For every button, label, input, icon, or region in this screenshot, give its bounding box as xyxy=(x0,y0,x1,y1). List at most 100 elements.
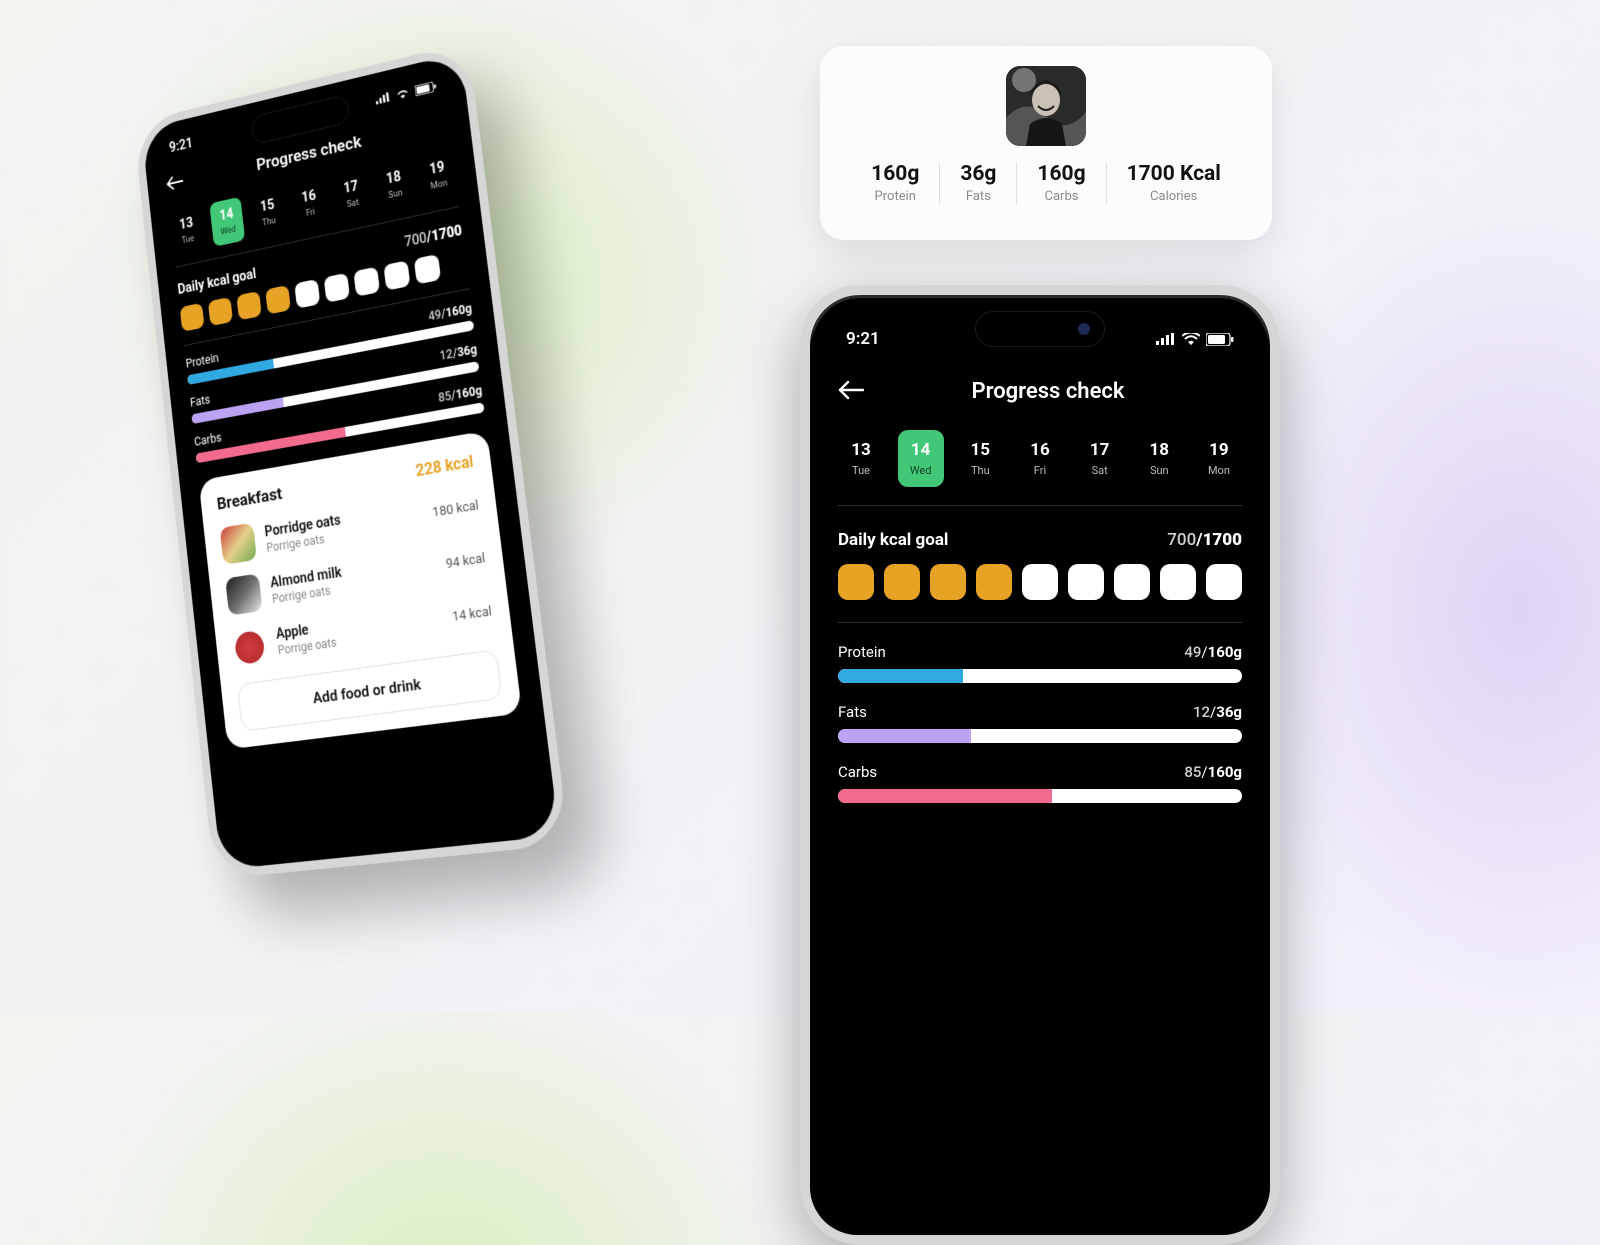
goal-count: 700/1700 xyxy=(1167,530,1242,550)
day-number: 18 xyxy=(1150,440,1170,460)
day-18[interactable]: 18 Sun xyxy=(1136,430,1182,487)
day-dow: Tue xyxy=(181,234,195,246)
wifi-icon xyxy=(1182,333,1200,345)
macro-fats: Fats 12/36g xyxy=(838,703,1242,743)
food-cal: 180 kcal xyxy=(432,498,480,521)
food-cal: 14 kcal xyxy=(451,604,492,625)
day-18[interactable]: 18Sun xyxy=(375,159,413,211)
macro-label: Protein xyxy=(185,351,219,371)
macro-value: 85/160g xyxy=(1184,763,1242,781)
goal-block xyxy=(294,279,320,309)
day-dow: Fri xyxy=(1034,464,1046,477)
status-time: 9:21 xyxy=(846,329,880,349)
stat-calories: 1700 Kcal Calories xyxy=(1107,162,1241,204)
macro-bar xyxy=(838,729,1242,743)
day-dow: Sat xyxy=(1092,464,1108,477)
battery-icon xyxy=(414,80,437,96)
day-19[interactable]: 19 Mon xyxy=(1196,430,1242,487)
add-food-button[interactable]: Add food or drink xyxy=(237,649,503,731)
day-17[interactable]: 17Sat xyxy=(333,169,371,221)
cellular-icon xyxy=(1156,333,1176,345)
day-number: 14 xyxy=(219,206,235,224)
goal-block xyxy=(1114,564,1150,600)
macro-value: 12/36g xyxy=(439,342,478,363)
goal-label: Daily kcal goal xyxy=(838,530,948,550)
day-dow: Sun xyxy=(1150,464,1169,477)
macro-label: Fats xyxy=(189,393,210,410)
day-dow: Sun xyxy=(388,188,403,201)
day-15[interactable]: 15Thu xyxy=(250,187,287,238)
date-picker: 13 Tue 14Wed 15 Thu 16 Fri 17Sat 18 Sun 19 Mon xyxy=(838,430,1242,506)
dynamic-island xyxy=(975,311,1105,347)
stat-label: Calories xyxy=(1150,189,1197,204)
meal-card-breakfast: Breakfast 228 kcal Porridge oatsPorrige … xyxy=(199,430,523,749)
macro-value: 12/36g xyxy=(1193,703,1242,721)
day-dow: Mon xyxy=(1208,464,1230,477)
day-number: 19 xyxy=(1209,440,1229,460)
goal-block xyxy=(1206,564,1242,600)
phone-preview-left: 9:21 Progress check 13Tue14Wed15Thu16Fri… xyxy=(133,42,569,880)
day-16[interactable]: 16 Fri xyxy=(1017,430,1063,487)
day-dow: Tue xyxy=(852,464,870,477)
macro-value: 49/160g xyxy=(427,301,472,323)
goal-block xyxy=(1022,564,1058,600)
stat-value: 1700 Kcal xyxy=(1127,162,1221,186)
goal-block xyxy=(180,303,205,332)
day-19[interactable]: 19Mon xyxy=(418,149,457,201)
goal-block xyxy=(208,297,233,326)
food-thumb xyxy=(225,573,263,615)
day-14[interactable]: 14Wed xyxy=(209,197,245,247)
macro-label: Protein xyxy=(838,643,886,661)
goal-block xyxy=(930,564,966,600)
battery-icon xyxy=(1206,333,1234,346)
day-14[interactable]: 14Wed xyxy=(898,430,944,487)
macro-value: 85/160g xyxy=(437,383,482,405)
day-number: 18 xyxy=(385,169,402,188)
goal-block xyxy=(383,260,410,290)
stat-fats: 36g Fats xyxy=(940,162,1017,204)
wifi-icon xyxy=(395,87,410,100)
goal-block xyxy=(838,564,874,600)
day-number: 15 xyxy=(971,440,991,460)
goal-blocks xyxy=(838,564,1242,600)
food-info: Porridge oatsPorrige oats xyxy=(264,499,423,555)
day-dow: Sat xyxy=(346,198,359,210)
day-number: 13 xyxy=(179,215,194,233)
day-17[interactable]: 17Sat xyxy=(1077,430,1123,487)
food-thumb xyxy=(231,624,269,666)
macro-label: Carbs xyxy=(194,431,223,449)
avatar[interactable] xyxy=(1006,66,1086,146)
day-number: 13 xyxy=(851,440,871,460)
day-dow: Mon xyxy=(430,178,448,191)
day-16[interactable]: 16Fri xyxy=(291,178,328,229)
day-number: 16 xyxy=(301,188,317,206)
stat-label: Carbs xyxy=(1045,189,1079,204)
day-13[interactable]: 13 Tue xyxy=(838,430,884,487)
day-number: 16 xyxy=(1030,440,1050,460)
macro-carbs: Carbs85/160g xyxy=(838,763,1242,803)
home-indicator[interactable] xyxy=(328,830,440,847)
day-number: 17 xyxy=(343,178,359,197)
macro-bar xyxy=(838,789,1242,803)
day-dow: Fri xyxy=(306,207,316,219)
stat-label: Protein xyxy=(875,189,916,204)
day-13[interactable]: 13Tue xyxy=(169,206,204,256)
user-summary-card: 160g Protein 36g Fats 160g Carbs 1700 Kc… xyxy=(820,46,1272,240)
macro-protein: Protein49/160g xyxy=(838,643,1242,683)
goal-block xyxy=(1160,564,1196,600)
app-header: Progress check xyxy=(838,379,1242,404)
goal-block xyxy=(1068,564,1104,600)
day-15[interactable]: 15 Thu xyxy=(957,430,1003,487)
stat-protein: 160g Protein xyxy=(851,162,940,204)
status-icons xyxy=(1156,333,1234,346)
kcal-goal-section: Daily kcal goal 700/1700 xyxy=(838,530,1242,623)
phone-preview-right: 9:21 Progress check 13 Tue 14Wed 15 Thu 16 Fri… xyxy=(800,285,1280,1245)
food-thumb xyxy=(220,523,257,565)
goal-block xyxy=(353,267,380,297)
day-number: 19 xyxy=(429,159,446,178)
goal-block xyxy=(414,254,441,285)
day-dow: Thu xyxy=(971,464,990,477)
page-title: Progress check xyxy=(854,379,1242,404)
goal-block xyxy=(884,564,920,600)
macro-label: Fats xyxy=(838,703,867,721)
